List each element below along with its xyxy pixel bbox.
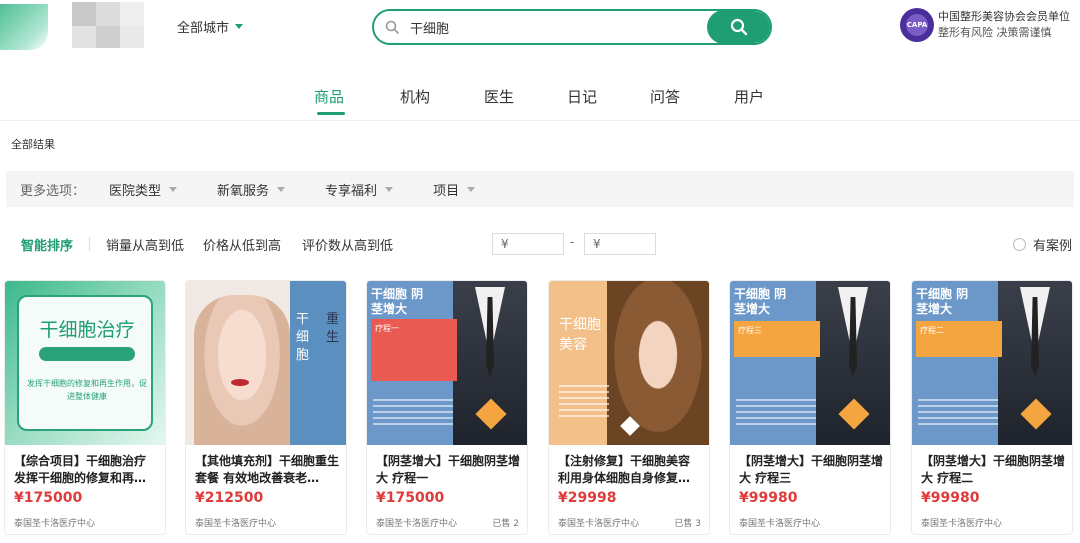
has-case-toggle[interactable]: 有案例: [1013, 235, 1072, 254]
sort-reviews[interactable]: 评价数从高到低: [302, 235, 393, 254]
product-price: ¥99980: [921, 490, 980, 506]
product-image: 干细胞 阴茎增大 疗程一: [367, 281, 527, 445]
image-headline: 干细胞 阴茎增大: [916, 287, 969, 316]
association-emblem: CAPA: [900, 8, 934, 42]
product-title: 【阴茎增大】干细胞阴茎增大 疗程三: [739, 454, 884, 485]
search-input[interactable]: [410, 19, 707, 35]
clinic-name: 泰国圣卡洛医疗中心: [558, 519, 640, 529]
risk-warning: 整形有风险 决策需谨慎: [938, 26, 1052, 39]
product-title: 【综合项目】干细胞治疗 发挥干细胞的修复和再…: [14, 454, 147, 485]
tab-qa[interactable]: 问答: [650, 86, 680, 107]
chevron-down-icon: [277, 186, 286, 192]
sort-bar: 智能排序 销量从高到低 价格从低到高 评价数从高到低: [21, 234, 393, 254]
clinic-name: 泰国圣卡洛医疗中心: [14, 519, 96, 529]
product-price: ¥175000: [14, 490, 83, 506]
filter-hospital-type[interactable]: 医院类型: [109, 180, 178, 199]
tab-diaries[interactable]: 日记: [567, 86, 597, 107]
filter-bar: 更多选项： 医院类型 新氧服务 专享福利 项目: [6, 171, 1074, 207]
product-title: 【阴茎增大】干细胞阴茎增大 疗程二: [921, 454, 1066, 485]
image-headline: 干细胞: [296, 312, 310, 363]
image-caption: 发挥干细胞的修复和再生作用，促进整体健康: [27, 379, 147, 401]
product-price: ¥29998: [558, 490, 617, 506]
filter-soyoung-service[interactable]: 新氧服务: [217, 180, 286, 199]
price-min-input[interactable]: ¥: [492, 233, 564, 255]
image-headline: 干细胞治疗: [39, 319, 135, 341]
breadcrumb: 全部结果: [11, 138, 55, 151]
has-case-label: 有案例: [1033, 239, 1073, 254]
sort-smart[interactable]: 智能排序: [21, 235, 73, 254]
tab-institutions[interactable]: 机构: [400, 86, 430, 107]
filter-option-label: 项目: [433, 183, 460, 199]
filter-label: 更多选项：: [20, 183, 86, 199]
sold-count: 已售 2: [492, 519, 519, 529]
tab-products[interactable]: 商品: [314, 86, 344, 107]
clinic-name: 泰国圣卡洛医疗中心: [921, 519, 1003, 529]
divider: [0, 120, 1080, 121]
search-icon: [374, 20, 410, 34]
filter-project[interactable]: 项目: [433, 180, 476, 199]
clinic-name: 泰国圣卡洛医疗中心: [739, 519, 821, 529]
image-headline: 干细胞美容: [559, 317, 601, 353]
chevron-down-icon: [235, 24, 244, 29]
image-caption: 疗程一: [371, 319, 457, 381]
product-image: 干细胞美容: [549, 281, 709, 445]
tab-doctors[interactable]: 医生: [484, 86, 514, 107]
product-card[interactable]: 干细胞 阴茎增大 疗程一 【阴茎增大】干细胞阴茎增大 疗程一 ¥175000 泰…: [366, 280, 528, 535]
search-button[interactable]: [707, 11, 770, 43]
sold-count: 已售 3: [674, 519, 701, 529]
product-price: ¥175000: [376, 490, 445, 506]
radio-button[interactable]: [1013, 238, 1026, 251]
search-icon: [730, 18, 748, 36]
image-caption: 重生: [326, 312, 340, 345]
filter-option-label: 新氧服务: [217, 183, 270, 199]
filter-option-label: 专享福利: [325, 183, 378, 199]
product-card[interactable]: 干细胞 重生 【其他填充剂】干细胞重生套餐 有效地改善衰老… ¥212500 泰…: [185, 280, 347, 535]
product-card[interactable]: 干细胞治疗 发挥干细胞的修复和再生作用，促进整体健康 【综合项目】干细胞治疗 发…: [4, 280, 166, 535]
clinic-name: 泰国圣卡洛医疗中心: [195, 519, 277, 529]
image-headline: 干细胞 阴茎增大: [371, 287, 424, 316]
product-image: 干细胞 阴茎增大 疗程三: [730, 281, 890, 445]
product-card[interactable]: 干细胞 阴茎增大 疗程二 【阴茎增大】干细胞阴茎增大 疗程二 ¥99980 泰国…: [911, 280, 1073, 535]
sort-sales[interactable]: 销量从高到低: [106, 235, 184, 254]
site-logo[interactable]: [0, 0, 150, 60]
product-price: ¥212500: [195, 490, 264, 506]
active-tab-indicator: [317, 112, 345, 115]
divider: [89, 237, 91, 251]
sort-price[interactable]: 价格从低到高: [203, 235, 281, 254]
product-title: 【注射修复】干细胞美容 利用身体细胞自身修复…: [558, 454, 691, 485]
filter-exclusive-benefits[interactable]: 专享福利: [325, 180, 394, 199]
product-title: 【阴茎增大】干细胞阴茎增大 疗程一: [376, 454, 521, 485]
clinic-name: 泰国圣卡洛医疗中心: [376, 519, 458, 529]
filter-option-label: 医院类型: [109, 183, 162, 199]
product-title: 【其他填充剂】干细胞重生套餐 有效地改善衰老…: [195, 454, 340, 485]
product-image: 干细胞 重生: [186, 281, 346, 445]
image-caption: 疗程二: [916, 321, 1002, 357]
search-bar: [372, 9, 772, 45]
association-title: 中国整形美容协会会员单位: [938, 10, 1070, 23]
chevron-down-icon: [467, 186, 476, 192]
image-headline: 干细胞 阴茎增大: [734, 287, 787, 316]
price-max-input[interactable]: ¥: [584, 233, 656, 255]
image-caption: 疗程三: [734, 321, 820, 357]
result-tabs: 商品 机构 医生 日记 问答 用户: [0, 82, 1080, 118]
product-price: ¥99980: [739, 490, 798, 506]
product-card[interactable]: 干细胞美容 【注射修复】干细胞美容 利用身体细胞自身修复… ¥29998 泰国圣…: [548, 280, 710, 535]
city-selector[interactable]: 全部城市: [177, 17, 244, 36]
association-badge: CAPA 中国整形美容协会会员单位 整形有风险 决策需谨慎: [900, 8, 1070, 42]
city-label: 全部城市: [177, 21, 230, 36]
product-image: 干细胞治疗 发挥干细胞的修复和再生作用，促进整体健康: [5, 281, 165, 445]
product-image: 干细胞 阴茎增大 疗程二: [912, 281, 1072, 445]
chevron-down-icon: [385, 186, 394, 192]
tab-users[interactable]: 用户: [734, 86, 764, 107]
product-card[interactable]: 干细胞 阴茎增大 疗程三 【阴茎增大】干细胞阴茎增大 疗程三 ¥99980 泰国…: [729, 280, 891, 535]
chevron-down-icon: [169, 186, 178, 192]
price-range-dash: -: [570, 235, 575, 249]
